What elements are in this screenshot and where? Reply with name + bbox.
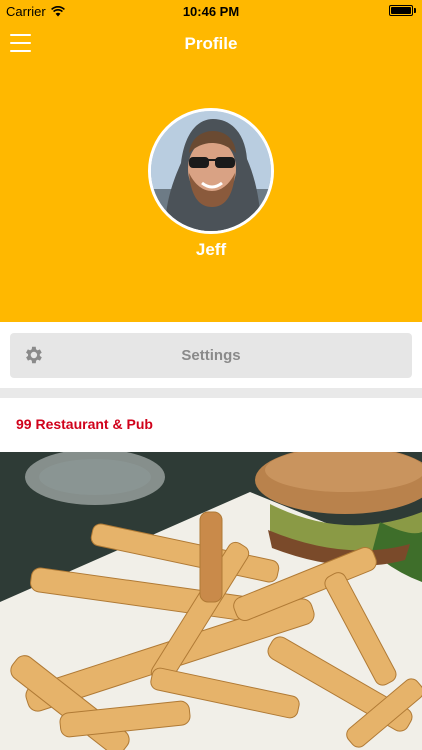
battery-icon [389, 5, 413, 16]
nav-title: Profile [184, 34, 238, 53]
profile-header: Profile Jeff [0, 22, 422, 322]
status-bar: Carrier 10:46 PM [0, 0, 422, 22]
user-name: Jeff [195, 240, 227, 259]
battery-indicator [389, 5, 416, 16]
settings-label: Settings [181, 347, 241, 364]
settings-section: Settings [0, 322, 422, 388]
status-time: 10:46 PM [182, 4, 240, 19]
avatar [148, 108, 274, 234]
section-divider [0, 388, 422, 398]
post-title-link[interactable]: 99 Restaurant & Pub [16, 416, 153, 432]
post-photo[interactable] [0, 452, 422, 750]
settings-button[interactable]: Settings [10, 333, 412, 378]
profile-screen: Carrier 10:46 PM Profile Jeff Settings 9… [0, 0, 422, 750]
